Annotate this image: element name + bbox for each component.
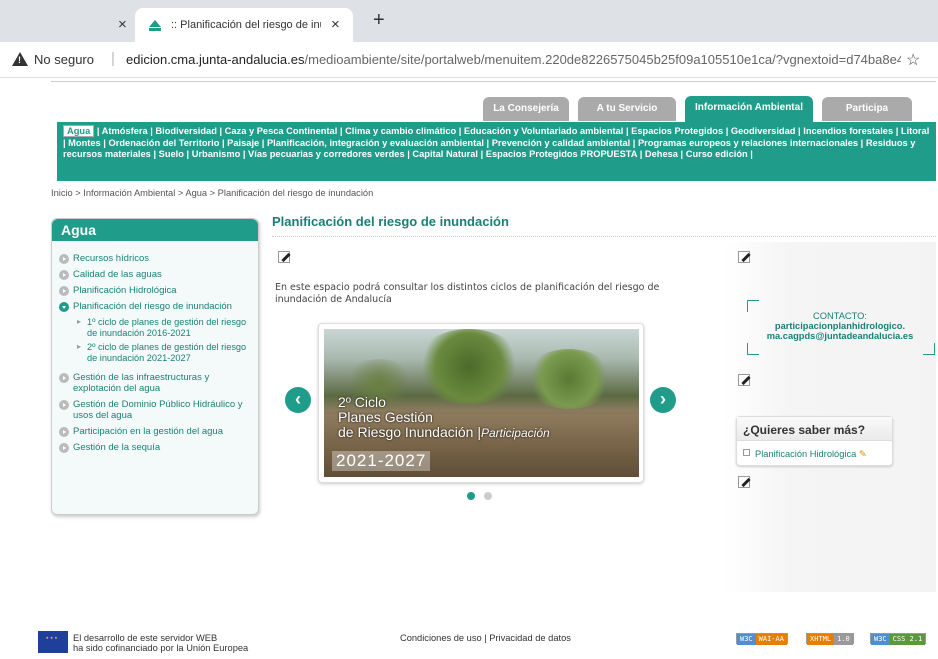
- sidebar: Agua Recursos hídricos Calidad de las ag…: [51, 218, 259, 515]
- carousel-prev-button[interactable]: ‹: [285, 387, 311, 413]
- warning-icon: !: [12, 52, 28, 66]
- sidebar-item-infraestructuras[interactable]: Gestión de las infraestructuras y explot…: [59, 372, 252, 394]
- sidebar-item-dominio-publico[interactable]: Gestión de Dominio Público Hidráulico y …: [59, 399, 252, 421]
- address-separator: |: [111, 50, 115, 67]
- eu-line-1: El desarrollo de este servidor WEB: [73, 633, 218, 643]
- sidebar-item-label: Participación en la gestión del agua: [73, 426, 223, 437]
- menu-item-agua[interactable]: Agua: [63, 125, 95, 137]
- bullet-icon: [59, 400, 69, 410]
- sidebar-item-label: Calidad de las aguas: [73, 269, 162, 280]
- bullet-icon: [59, 286, 69, 296]
- bullet-icon: [59, 270, 69, 280]
- sidebar-item-label: Planificación del riesgo de inundación: [73, 301, 232, 312]
- edit-pencil-icon[interactable]: [278, 251, 290, 263]
- green-topic-menu: Agua | Atmósfera | Biodiversidad | Caza …: [57, 122, 936, 181]
- sidebar-item-label: Gestión de Dominio Público Hidráulico y …: [73, 399, 243, 421]
- sidebar-item-riesgo-inundacion[interactable]: Planificación del riesgo de inundación: [59, 301, 252, 312]
- breadcrumb[interactable]: Inicio > Información Ambiental > Agua > …: [51, 188, 373, 198]
- browser-tab-active[interactable]: :: Planificación del riesgo de inun ×: [135, 8, 353, 42]
- slide-line-1: 2º Ciclo: [338, 394, 386, 410]
- contact-box: CONTACTO: participacionplanhidrologico. …: [745, 300, 935, 355]
- xhtml-badge[interactable]: XHTML 1.0: [806, 633, 854, 645]
- badge-value: 1.0: [834, 634, 853, 645]
- tab-close-icon[interactable]: ×: [331, 16, 340, 33]
- header-remnant: [51, 78, 936, 82]
- sidebar-item-label: Recursos hídricos: [73, 253, 150, 264]
- w3c-wai-badge[interactable]: W3C WAI-AA: [736, 633, 788, 645]
- contact-email-1[interactable]: participacionplanhidrologico.: [745, 321, 935, 331]
- browser-tab-bar: × :: Planificación del riesgo de inun × …: [0, 0, 938, 42]
- carousel-dot-active[interactable]: [467, 492, 475, 500]
- more-link-label: Planificación Hidrológica: [755, 449, 857, 459]
- slide-line-2: Planes Gestión: [338, 409, 433, 425]
- bullet-icon: [59, 254, 69, 264]
- badge-label: W3C: [737, 634, 756, 645]
- slide-caption: 2º Ciclo Planes Gestión de Riesgo Inunda…: [338, 395, 550, 441]
- slide-line-3: de Riesgo Inundación |Participación: [338, 425, 550, 441]
- bullet-open-icon: [59, 302, 69, 312]
- slide-line-3-text: de Riesgo Inundación |: [338, 424, 481, 440]
- footer-links[interactable]: Condiciones de uso | Privacidad de datos: [400, 633, 571, 643]
- url-field[interactable]: edicion.cma.junta-andalucia.es/medioambi…: [126, 52, 901, 67]
- page-title: Planificación del riesgo de inundación: [272, 214, 509, 229]
- badge-value: CSS 2.1: [889, 634, 926, 645]
- sidebar-subitem-ciclo-2[interactable]: 2º ciclo de planes de gestión del riesgo…: [59, 342, 252, 363]
- favorite-star-icon[interactable]: ☆: [906, 50, 920, 70]
- sidebar-item-calidad-aguas[interactable]: Calidad de las aguas: [59, 269, 252, 280]
- url-path: /medioambiente/site/portalweb/menuitem.2…: [304, 52, 902, 67]
- edit-pencil-icon[interactable]: [738, 374, 750, 386]
- badge-value: WAI-AA: [755, 634, 787, 645]
- junta-favicon-icon: [149, 20, 161, 31]
- corner-decoration: [923, 343, 935, 355]
- bullet-icon: [59, 443, 69, 453]
- image-carousel[interactable]: 2º Ciclo Planes Gestión de Riesgo Inunda…: [318, 323, 644, 483]
- tab-informacion-ambiental[interactable]: Información Ambiental: [685, 96, 813, 122]
- eu-line-2: ha sido cofinanciado por la Unión Europe…: [73, 643, 249, 653]
- sidebar-subitem-ciclo-1[interactable]: 1º ciclo de planes de gestión del riesgo…: [59, 317, 252, 338]
- w3c-css-badge[interactable]: W3C CSS 2.1: [870, 633, 927, 645]
- bullet-icon: [59, 373, 69, 383]
- contact-email-2[interactable]: ma.cagpds@juntadeandalucia.es: [745, 331, 935, 341]
- title-divider: [272, 236, 936, 237]
- menu-items[interactable]: | Atmósfera | Biodiversidad | Caza y Pes…: [63, 126, 929, 159]
- contact-info: CONTACTO: participacionplanhidrologico. …: [745, 311, 935, 341]
- prev-tab-close-icon[interactable]: ×: [118, 16, 127, 33]
- corner-decoration: [747, 343, 759, 355]
- tab-title: :: Planificación del riesgo de inun: [171, 19, 321, 31]
- bullet-icon: [59, 427, 69, 437]
- carousel-slide-image[interactable]: 2º Ciclo Planes Gestión de Riesgo Inunda…: [324, 329, 639, 477]
- slide-year: 2021-2027: [332, 451, 431, 471]
- sidebar-item-label: Gestión de la sequía: [73, 442, 161, 453]
- tree-shape: [414, 329, 524, 404]
- carousel-next-button[interactable]: ›: [650, 387, 676, 413]
- more-info-box: ¿Quieres saber más? Planificación Hidrol…: [736, 416, 893, 466]
- sidebar-item-label: Gestión de las infraestructuras y explot…: [73, 372, 210, 394]
- tab-la-consejeria[interactable]: La Consejería: [483, 97, 569, 121]
- edit-pencil-icon[interactable]: [738, 251, 750, 263]
- not-secure-label[interactable]: No seguro: [34, 52, 94, 67]
- address-bar: ! No seguro | edicion.cma.junta-andaluci…: [0, 42, 938, 78]
- tab-a-tu-servicio[interactable]: A tu Servicio: [578, 97, 676, 121]
- more-info-title: ¿Quieres saber más?: [737, 417, 892, 441]
- url-host: edicion.cma.junta-andalucia.es: [126, 52, 305, 67]
- badge-label: W3C: [871, 634, 890, 645]
- sidebar-item-participacion[interactable]: Participación en la gestión del agua: [59, 426, 252, 437]
- contact-label: CONTACTO:: [813, 311, 867, 321]
- sidebar-item-sequia[interactable]: Gestión de la sequía: [59, 442, 252, 453]
- tab-participa[interactable]: Participa: [822, 97, 912, 121]
- eu-funding-text: El desarrollo de este servidor WEB ha si…: [73, 633, 248, 653]
- pencil-small-icon: ✎: [858, 449, 867, 459]
- carousel-dot[interactable]: [484, 492, 492, 500]
- sidebar-item-label: Planificación Hidrológica: [73, 285, 177, 296]
- sidebar-item-planificacion-hidrologica[interactable]: Planificación Hidrológica: [59, 285, 252, 296]
- link-planificacion-hidrologica[interactable]: Planificación Hidrológica ✎: [743, 449, 867, 460]
- edit-pencil-icon[interactable]: [738, 476, 750, 488]
- new-tab-button[interactable]: +: [373, 9, 385, 32]
- badge-label: XHTML: [807, 634, 835, 645]
- sidebar-title: Agua: [52, 219, 258, 241]
- slide-line-3-italic: Participación: [480, 426, 550, 440]
- eu-flag-icon: [38, 631, 68, 653]
- sidebar-item-recursos-hidricos[interactable]: Recursos hídricos: [59, 253, 252, 264]
- intro-text: En este espacio podrá consultar los dist…: [275, 282, 660, 305]
